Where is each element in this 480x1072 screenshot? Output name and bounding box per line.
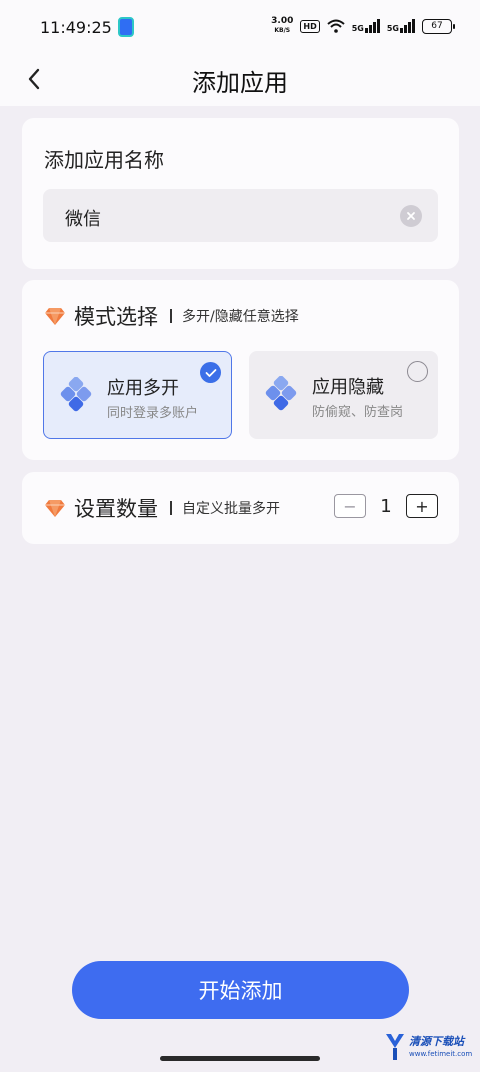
quantity-value: 1 [380,495,392,517]
divider [170,501,172,515]
clear-icon [407,212,415,220]
radio-empty-icon [407,361,428,382]
count-title: 设置数量 [74,497,158,521]
status-indicators: 3.00 KB/S HD 5G 5G 67 [271,15,455,37]
battery-icon: 67 [422,18,455,34]
network-speed: 3.00 KB/S [271,16,294,35]
clear-button[interactable] [400,205,422,227]
page-title: 添加应用 [192,69,288,97]
signal-icon: 5G [352,19,380,33]
option-desc: 同时登录多账户 [107,406,199,421]
watermark-logo-icon [386,1034,404,1060]
divider [170,309,172,323]
hide-app-icon [265,376,297,411]
option-title: 应用多开 [107,378,179,399]
quantity-stepper: − 1 + [334,494,438,518]
wifi-icon [327,19,345,33]
check-icon [200,362,221,383]
app-name-field[interactable]: 微信 [43,189,438,242]
watermark-text: 清源下载站 [409,1035,464,1048]
watermark-url: www.fetimeit.com [409,1050,473,1058]
signal-icon: 5G [387,19,415,33]
app-name-card: 添加应用名称 微信 [22,118,459,269]
mode-section-header: 模式选择 多开/隐藏任意选择 [44,302,299,330]
count-card: 设置数量 自定义批量多开 − 1 + [22,472,459,544]
notification-app-icon [118,17,134,37]
status-bar: 11:49:25 3.00 KB/S HD 5G 5G 67 [0,0,480,56]
option-hide-app[interactable]: 应用隐藏 防偷窥、防查岗 [249,351,438,439]
count-subtitle: 自定义批量多开 [182,501,280,517]
app-name-label: 添加应用名称 [44,148,164,172]
increment-button[interactable]: + [406,494,438,518]
mode-select-card: 模式选择 多开/隐藏任意选择 应用多开 同时登录多账户 应用隐藏 防偷窥、防查岗 [22,280,459,460]
gem-icon [45,500,65,517]
home-indicator[interactable] [160,1056,320,1061]
option-multi-open[interactable]: 应用多开 同时登录多账户 [43,351,232,439]
watermark: 清源下载站 www.fetimeit.com [382,1030,472,1066]
gem-icon [45,308,65,325]
decrement-button[interactable]: − [334,494,366,518]
hd-badge: HD [300,19,320,33]
app-header: 添加应用 [0,56,480,106]
option-desc: 防偷窥、防查岗 [312,405,404,420]
option-title: 应用隐藏 [312,377,384,398]
start-add-button[interactable]: 开始添加 [72,961,409,1019]
app-name-value: 微信 [65,209,101,230]
status-time: 11:49:25 [40,18,112,37]
mode-subtitle: 多开/隐藏任意选择 [182,309,299,325]
mode-title: 模式选择 [74,305,158,329]
count-section-header: 设置数量 自定义批量多开 [44,494,280,522]
multi-open-icon [60,377,92,412]
